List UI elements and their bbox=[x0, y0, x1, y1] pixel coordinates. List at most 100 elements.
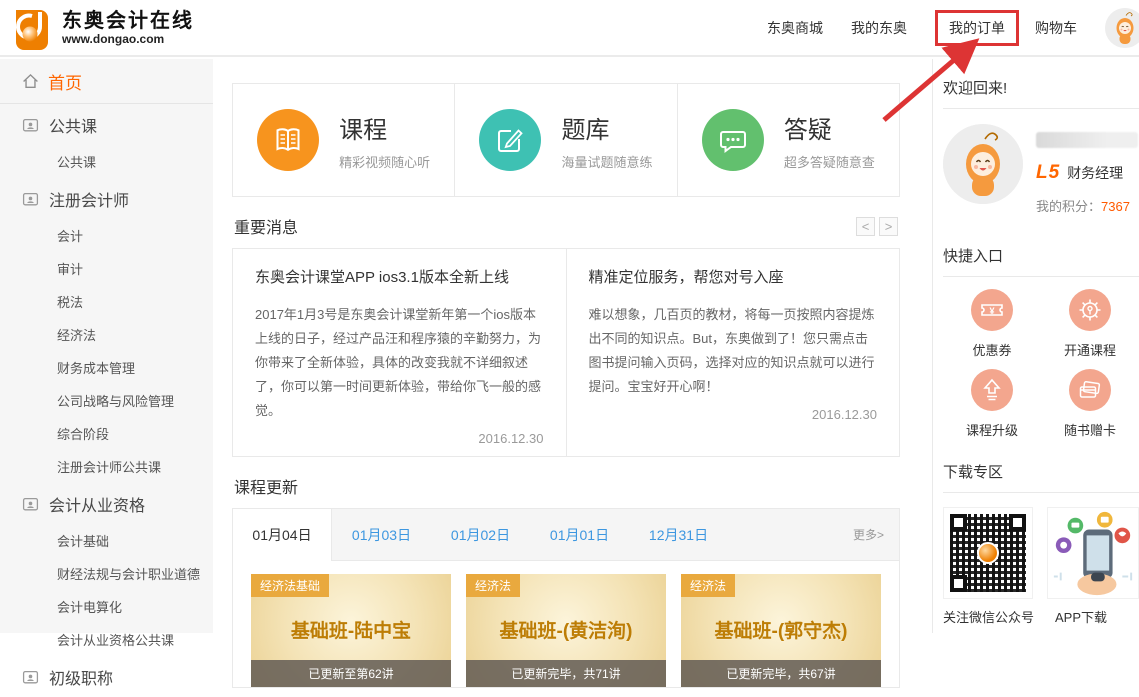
quick-entry-coupons[interactable]: ¥ 优惠券 bbox=[943, 289, 1041, 359]
tab-date-0101[interactable]: 01月01日 bbox=[530, 509, 629, 560]
news-title[interactable]: 精准定位服务，帮您对号入座 bbox=[589, 266, 878, 287]
news-title[interactable]: 东奥会计课堂APP ios3.1版本全新上线 bbox=[255, 266, 544, 287]
feature-courses[interactable]: 课程 精彩视频随心听 bbox=[233, 84, 455, 196]
home-icon bbox=[22, 73, 39, 90]
sidebar-group-qualification[interactable]: 会计从业资格 bbox=[0, 483, 213, 524]
sidebar-group-junior-title[interactable]: 初级职称 bbox=[0, 656, 213, 697]
sidebar-group-cpa[interactable]: 注册会计师 bbox=[0, 178, 213, 219]
quick-entry-label: 开通课程 bbox=[1041, 340, 1139, 359]
quick-entry-grid: ¥ 优惠券 开通课程 bbox=[943, 277, 1139, 443]
course-card[interactable]: 经济法 基础班-(黄洁洵) 已更新完毕，共71讲 bbox=[466, 574, 666, 687]
gift-card-icon bbox=[1069, 369, 1111, 411]
site-logo[interactable]: 东奥会计在线 www.dongao.com bbox=[10, 6, 194, 50]
group-label: 初级职称 bbox=[49, 665, 113, 689]
header: 东奥会计在线 www.dongao.com 东奥商城 我的东奥 我的订单 购物车 bbox=[0, 0, 1139, 57]
sidebar-item-qualification-public[interactable]: 会计从业资格公共课 bbox=[0, 623, 213, 656]
mascot-avatar-icon bbox=[943, 124, 1023, 204]
svg-text:¥: ¥ bbox=[989, 306, 994, 316]
news-panel: 东奥会计课堂APP ios3.1版本全新上线 2017年1月3号是东奥会计课堂新… bbox=[232, 248, 900, 457]
sidebar-item-home[interactable]: 首页 bbox=[0, 59, 213, 104]
group-label: 注册会计师 bbox=[49, 187, 129, 211]
news-section-title: 重要消息 bbox=[234, 214, 298, 238]
nav-my-dongao[interactable]: 我的东奥 bbox=[851, 18, 907, 38]
course-book-icon bbox=[257, 109, 319, 171]
mascot-avatar-icon bbox=[1105, 8, 1139, 48]
sidebar-item-economic-law[interactable]: 经济法 bbox=[0, 318, 213, 351]
qa-chat-icon bbox=[702, 109, 764, 171]
tab-date-0104[interactable]: 01月04日 bbox=[233, 509, 332, 561]
feature-shortcuts: 课程 精彩视频随心听 题库 海量试题随意练 bbox=[232, 83, 900, 197]
sidebar-item-finance-law-ethics[interactable]: 财经法规与会计职业道德 bbox=[0, 557, 213, 590]
sidebar-item-tax-law[interactable]: 税法 bbox=[0, 285, 213, 318]
course-card[interactable]: 经济法基础 基础班-陆中宝 已更新至第62讲 bbox=[251, 574, 451, 687]
app-download-image[interactable] bbox=[1047, 507, 1139, 599]
quick-entry-activate-course[interactable]: 开通课程 bbox=[1041, 289, 1139, 359]
tab-date-0103[interactable]: 01月03日 bbox=[332, 509, 431, 560]
course-category-icon bbox=[22, 496, 39, 513]
nav-my-orders[interactable]: 我的订单 bbox=[935, 10, 1019, 46]
download-labels: 关注微信公众号 APP下载 bbox=[943, 607, 1139, 626]
course-category-icon bbox=[22, 117, 39, 134]
news-item: 东奥会计课堂APP ios3.1版本全新上线 2017年1月3号是东奥会计课堂新… bbox=[233, 249, 567, 456]
feature-qa[interactable]: 答疑 超多答疑随意查 bbox=[678, 84, 899, 196]
header-avatar[interactable] bbox=[1105, 8, 1139, 48]
right-sidebar: 欢迎回来! L5 财务经理 bbox=[932, 59, 1139, 633]
logo-url: www.dongao.com bbox=[62, 32, 194, 46]
sidebar-item-computerized-accounting[interactable]: 会计电算化 bbox=[0, 590, 213, 623]
nav-cart[interactable]: 购物车 bbox=[1035, 18, 1077, 38]
course-category-icon bbox=[22, 669, 39, 686]
news-date: 2016.12.30 bbox=[255, 431, 544, 446]
more-link[interactable]: 更多> bbox=[853, 526, 899, 543]
quick-entry-upgrade-course[interactable]: 课程升级 bbox=[943, 369, 1041, 439]
sidebar-item-financial-cost-mgmt[interactable]: 财务成本管理 bbox=[0, 351, 213, 384]
tab-date-0102[interactable]: 01月02日 bbox=[431, 509, 530, 560]
points-row: 我的积分：7367 bbox=[1036, 196, 1138, 215]
quick-entry-gift-card[interactable]: 随书赠卡 bbox=[1041, 369, 1139, 439]
date-tab-bar: 01月04日 01月03日 01月02日 01月01日 12月31日 更多> bbox=[233, 509, 899, 561]
feature-question-bank[interactable]: 题库 海量试题随意练 bbox=[455, 84, 677, 196]
sidebar-item-strategy-risk[interactable]: 公司战略与风险管理 bbox=[0, 384, 213, 417]
user-avatar[interactable] bbox=[943, 124, 1023, 204]
news-item: 精准定位服务，帮您对号入座 难以想象，几百页的教材，将每一页按照内容提炼出不同的… bbox=[567, 249, 900, 456]
tab-date-1231[interactable]: 12月31日 bbox=[629, 509, 728, 560]
nav-mall[interactable]: 东奥商城 bbox=[767, 18, 823, 38]
news-next-button[interactable]: > bbox=[879, 217, 898, 236]
sidebar-item-accounting[interactable]: 会计 bbox=[0, 219, 213, 252]
wechat-qr-label: 关注微信公众号 bbox=[943, 607, 1049, 626]
wechat-qr-code[interactable] bbox=[943, 507, 1033, 599]
quick-entry-title: 快捷入口 bbox=[943, 227, 1139, 277]
app-download-label: APP下载 bbox=[1049, 607, 1107, 626]
username-redacted bbox=[1036, 132, 1138, 148]
feature-subtitle: 海量试题随意练 bbox=[561, 152, 652, 171]
course-title: 基础班-陆中宝 bbox=[251, 616, 451, 643]
course-category-icon bbox=[22, 191, 39, 208]
sidebar-item-audit[interactable]: 审计 bbox=[0, 252, 213, 285]
course-card[interactable]: 经济法 基础班-(郭守杰) 已更新完毕，共67讲 bbox=[681, 574, 881, 687]
sidebar-item-cpa-public[interactable]: 注册会计师公共课 bbox=[0, 450, 213, 483]
logo-title: 东奥会计在线 bbox=[62, 10, 194, 32]
user-card: L5 财务经理 我的积分：7367 bbox=[943, 109, 1139, 227]
quick-entry-label: 随书赠卡 bbox=[1041, 420, 1139, 439]
course-status: 已更新完毕，共71讲 bbox=[466, 660, 666, 687]
sidebar-item-accounting-basics[interactable]: 会计基础 bbox=[0, 524, 213, 557]
sidebar-item-public-course[interactable]: 公共课 bbox=[0, 145, 213, 178]
feature-subtitle: 精彩视频随心听 bbox=[339, 152, 430, 171]
course-title: 基础班-(黄洁洵) bbox=[466, 616, 666, 643]
group-label: 公共课 bbox=[49, 113, 97, 137]
course-updates-panel: 01月04日 01月03日 01月02日 01月01日 12月31日 更多> 经… bbox=[232, 508, 900, 688]
page-body: 首页 公共课 公共课 注册会计师 会计 审计 税法 经济法 财务成本管理 公司战… bbox=[0, 59, 1139, 633]
sidebar-item-comprehensive[interactable]: 综合阶段 bbox=[0, 417, 213, 450]
course-tag: 经济法 bbox=[466, 574, 520, 597]
news-prev-button[interactable]: < bbox=[856, 217, 875, 236]
news-body: 2017年1月3号是东奥会计课堂新年第一个ios版本上线的日子，经过产品汪和程序… bbox=[255, 303, 544, 423]
left-sidebar: 首页 公共课 公共课 注册会计师 会计 审计 税法 经济法 财务成本管理 公司战… bbox=[0, 59, 213, 633]
gear-key-icon bbox=[1069, 289, 1111, 331]
arrow-up-icon bbox=[971, 369, 1013, 411]
feature-title: 答疑 bbox=[784, 110, 875, 145]
qr-eye bbox=[1009, 514, 1026, 531]
group-label: 会计从业资格 bbox=[49, 492, 145, 516]
news-body: 难以想象，几百页的教材，将每一页按照内容提炼出不同的知识点。But，东奥做到了！… bbox=[589, 303, 878, 399]
sidebar-group-public-course[interactable]: 公共课 bbox=[0, 104, 213, 145]
feature-subtitle: 超多答疑随意查 bbox=[784, 152, 875, 171]
course-updates-section-title: 课程更新 bbox=[234, 474, 298, 498]
